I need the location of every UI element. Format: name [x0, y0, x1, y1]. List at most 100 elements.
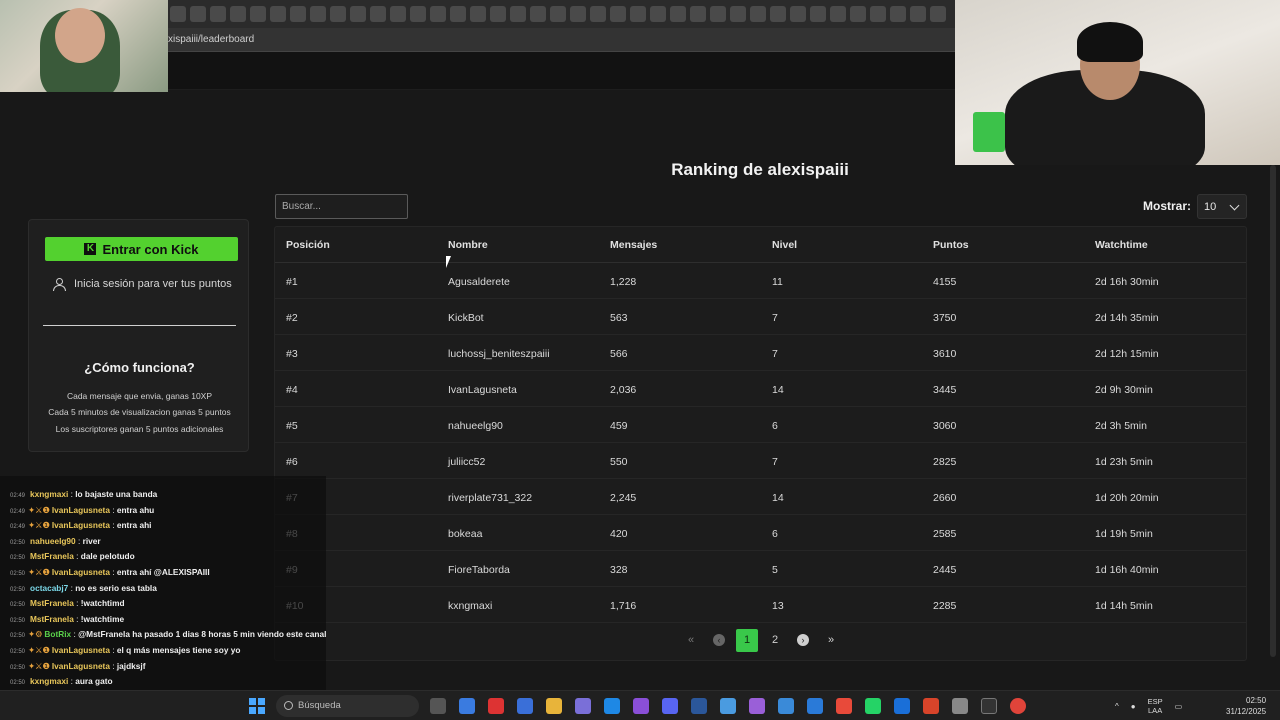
bookmark-icon[interactable] [850, 6, 866, 22]
bookmark-icon[interactable] [670, 6, 686, 22]
bookmark-icon[interactable] [930, 6, 946, 22]
chat-username[interactable]: IvanLagusneta [52, 645, 110, 655]
bookmark-icon[interactable] [430, 6, 446, 22]
cell-name[interactable]: IvanLagusneta [448, 384, 517, 396]
bookmark-icon[interactable] [170, 6, 186, 22]
bookmark-icon[interactable] [330, 6, 346, 22]
bookmark-icon[interactable] [450, 6, 466, 22]
kick-login-button[interactable]: K Entrar con Kick [45, 237, 238, 261]
network-icon[interactable]: ▭ [1175, 702, 1183, 711]
chat-username[interactable]: BotRix [44, 629, 71, 639]
last-page-button[interactable]: » [820, 629, 842, 652]
bookmark-icon[interactable] [910, 6, 926, 22]
language-indicator[interactable]: ESP LAA [1148, 697, 1163, 715]
column-header-points[interactable]: Puntos [933, 239, 969, 251]
cell-name[interactable]: KickBot [448, 312, 484, 324]
cell-name[interactable]: bokeaa [448, 528, 482, 540]
chat-username[interactable]: octacabj7 [30, 583, 68, 593]
app-icon[interactable] [836, 698, 852, 714]
microphone-icon[interactable]: ● [1131, 702, 1136, 711]
bookmark-icon[interactable] [610, 6, 626, 22]
bookmark-icon[interactable] [590, 6, 606, 22]
chrome-icon[interactable] [1010, 698, 1026, 714]
bookmark-icon[interactable] [830, 6, 846, 22]
page-button-2[interactable]: 2 [764, 629, 786, 652]
bookmark-icon[interactable] [350, 6, 366, 22]
app-icon[interactable] [575, 698, 591, 714]
bookmark-icon[interactable] [550, 6, 566, 22]
app-icon[interactable] [720, 698, 736, 714]
search-input[interactable] [275, 194, 408, 219]
bookmark-icon[interactable] [370, 6, 386, 22]
cell-name[interactable]: FioreTaborda [448, 564, 510, 576]
bookmark-icon[interactable] [710, 6, 726, 22]
cell-name[interactable]: Agusalderete [448, 276, 510, 288]
bookmark-icon[interactable] [230, 6, 246, 22]
chat-username[interactable]: nahueelg90 [30, 536, 76, 546]
chat-username[interactable]: IvanLagusneta [52, 520, 110, 530]
bookmark-icon[interactable] [470, 6, 486, 22]
bookmark-icon[interactable] [510, 6, 526, 22]
bookmark-icon[interactable] [290, 6, 306, 22]
cell-name[interactable]: riverplate731_322 [448, 492, 532, 504]
chat-username[interactable]: IvanLagusneta [52, 567, 110, 577]
bookmark-icon[interactable] [250, 6, 266, 22]
bookmark-icon[interactable] [630, 6, 646, 22]
app-icon[interactable] [633, 698, 649, 714]
bookmark-icon[interactable] [770, 6, 786, 22]
bookmark-icon[interactable] [530, 6, 546, 22]
column-header-name[interactable]: Nombre [448, 239, 488, 251]
bookmark-icon[interactable] [890, 6, 906, 22]
next-page-button[interactable]: › [792, 629, 814, 652]
edge-icon[interactable] [604, 698, 620, 714]
cell-name[interactable]: luchossj_beniteszpaiii [448, 348, 550, 360]
app-icon[interactable] [749, 698, 765, 714]
prev-page-button[interactable]: ‹ [708, 629, 730, 652]
bookmark-icon[interactable] [310, 6, 326, 22]
bookmark-icon[interactable] [690, 6, 706, 22]
page-button-1[interactable]: 1 [736, 629, 758, 652]
cell-name[interactable]: juliicc52 [448, 456, 485, 468]
bookmark-icon[interactable] [210, 6, 226, 22]
chat-username[interactable]: MstFranela [30, 551, 74, 561]
cell-name[interactable]: nahueelg90 [448, 420, 503, 432]
chat-username[interactable]: IvanLagusneta [52, 661, 110, 671]
chat-username[interactable]: MstFranela [30, 614, 74, 624]
bookmark-icon[interactable] [410, 6, 426, 22]
column-header-messages[interactable]: Mensajes [610, 239, 657, 251]
chat-username[interactable]: kxngmaxi [30, 676, 68, 686]
folder-icon[interactable] [546, 698, 562, 714]
cell-name[interactable]: kxngmaxi [448, 600, 492, 612]
bookmark-icon[interactable] [650, 6, 666, 22]
app-icon[interactable] [778, 698, 794, 714]
app-icon[interactable] [923, 698, 939, 714]
windows-start-icon[interactable] [249, 698, 265, 714]
bookmark-icon[interactable] [810, 6, 826, 22]
chat-username[interactable]: MstFranela [30, 598, 74, 608]
bookmark-icon[interactable] [730, 6, 746, 22]
notepad-icon[interactable] [807, 698, 823, 714]
bookmark-icon[interactable] [490, 6, 506, 22]
bookmark-icon[interactable] [870, 6, 886, 22]
bookmark-icon[interactable] [390, 6, 406, 22]
bookmark-icon[interactable] [750, 6, 766, 22]
bookmark-icon[interactable] [570, 6, 586, 22]
settings-icon[interactable] [952, 698, 968, 714]
terminal-icon[interactable] [981, 698, 997, 714]
taskbar-clock[interactable]: 02:50 31/12/2025 [1226, 695, 1266, 717]
url-text[interactable]: xispaiii/leaderboard [168, 34, 254, 45]
app-icon[interactable] [459, 698, 475, 714]
column-header-position[interactable]: Posición [286, 239, 330, 251]
opera-icon[interactable] [488, 698, 504, 714]
mail-icon[interactable] [894, 698, 910, 714]
taskbar-search[interactable]: Búsqueda [276, 695, 419, 717]
word-icon[interactable] [691, 698, 707, 714]
first-page-button[interactable]: « [680, 629, 702, 652]
discord-icon[interactable] [662, 698, 678, 714]
column-header-watchtime[interactable]: Watchtime [1095, 239, 1148, 251]
chevron-up-icon[interactable]: ^ [1115, 702, 1119, 711]
page-scrollbar[interactable] [1270, 165, 1276, 657]
task-view-icon[interactable] [430, 698, 446, 714]
bookmark-icon[interactable] [270, 6, 286, 22]
store-icon[interactable] [517, 698, 533, 714]
